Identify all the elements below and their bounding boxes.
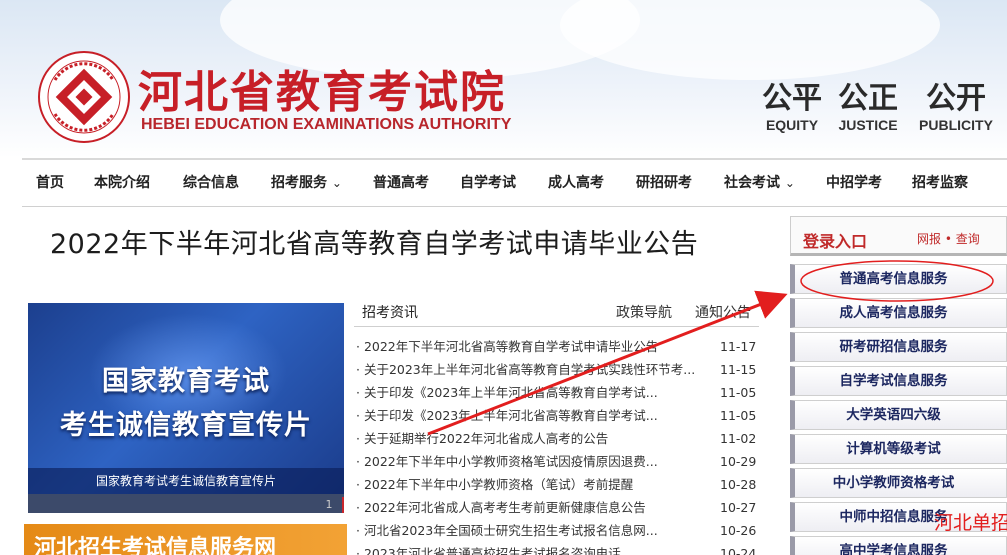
- header-cloud: [560, 0, 940, 80]
- banner-headline: 国家教育考试: [102, 366, 270, 397]
- nav-label: 本院介绍: [94, 175, 150, 191]
- login-entry-label: 登录入口: [803, 232, 868, 251]
- service-adult-exam[interactable]: 成人高考信息服务: [790, 298, 1007, 328]
- motto-justice: 公正 JUSTICE: [831, 82, 905, 134]
- chevron-down-icon: ⌄: [331, 176, 342, 190]
- news-date: 10-26: [720, 523, 757, 538]
- news-title: · 关于印发《2023年上半年河北省高等教育自学考试...: [356, 385, 658, 400]
- news-title: · 2022年下半年中小学教师资格笔试因疫情原因退费...: [356, 454, 658, 469]
- nav-about[interactable]: 本院介绍: [94, 160, 150, 206]
- nav-zhongkao[interactable]: 中招学考: [826, 160, 882, 206]
- news-item[interactable]: · 2022年下半年中小学教师资格（笔试）考前提醒 10-28: [356, 473, 761, 496]
- nav-graduate-exam[interactable]: 研招研考: [636, 160, 692, 206]
- nav-label: 招考监察: [912, 175, 968, 191]
- site-header: 河北省教育考试院 HEBEI EDUCATION EXAMINATIONS AU…: [0, 0, 1007, 158]
- nav-label: 中招学考: [826, 175, 882, 191]
- banner-caption[interactable]: 国家教育考试考生诚信教育宣传片: [28, 468, 344, 494]
- service-high-school-exam[interactable]: 高中学考信息服务: [790, 536, 1007, 555]
- news-item[interactable]: · 2023年河北省普通高校招生考试报名咨询电话 10-24: [356, 542, 761, 555]
- banner-subheadline: 考生诚信教育宣传片: [60, 410, 312, 441]
- nav-label: 成人高考: [548, 175, 604, 191]
- site-title-cn: 河北省教育考试院: [138, 67, 506, 118]
- news-title: · 2023年河北省普通高校招生考试报名咨询电话: [356, 546, 621, 555]
- news-date: 10-24: [720, 546, 757, 555]
- motto-en: EQUITY: [765, 117, 819, 133]
- tab-notices[interactable]: 通知公告: [695, 302, 751, 322]
- service-graduate-exam[interactable]: 研考研招信息服务: [790, 332, 1007, 362]
- tab-admission-news[interactable]: 招考资讯: [362, 302, 418, 322]
- info-service-banner-text: 河北招生考试信息服务网: [34, 536, 277, 555]
- news-tabs: 招考资讯 政策导航 通知公告: [354, 296, 759, 326]
- news-title: · 关于印发《2023年上半年河北省高等教育自学考试...: [356, 408, 658, 423]
- login-entry[interactable]: 登录入口 网报 • 查询: [790, 216, 1007, 256]
- news-item[interactable]: · 河北省2023年全国硕士研究生招生考试报名信息网... 10-26: [356, 519, 761, 542]
- news-title: · 河北省2023年全国硕士研究生招生考试报名信息网...: [356, 523, 658, 538]
- nav-supervision[interactable]: 招考监察: [912, 160, 968, 206]
- news-date: 10-27: [720, 500, 757, 515]
- news-title: · 2022年下半年中小学教师资格（笔试）考前提醒: [356, 477, 634, 492]
- nav-label: 综合信息: [183, 175, 239, 191]
- main-nav: 首页 本院介绍 综合信息 招考服务 ⌄ 普通高考 自学考试 成人高考 研招研考 …: [22, 160, 1007, 206]
- motto-equity: 公平 EQUITY: [755, 82, 829, 134]
- news-date: 11-02: [720, 431, 757, 446]
- service-cet[interactable]: 大学英语四六级: [790, 400, 1007, 430]
- news-title: · 2022年河北省成人高考考生考前更新健康信息公告: [356, 500, 646, 515]
- news-title: · 关于延期举行2022年河北省成人高考的公告: [356, 431, 609, 446]
- page-title: 2022年下半年河北省高等教育自学考试申请毕业公告: [50, 229, 699, 260]
- motto-cn: 公平: [762, 81, 822, 116]
- nav-label: 普通高考: [373, 175, 429, 191]
- news-item[interactable]: · 关于2023年上半年河北省高等教育自学考试实践性环节考... 11-15: [356, 358, 761, 381]
- news-list: · 2022年下半年河北省高等教育自学考试申请毕业公告 11-17 · 关于202…: [356, 335, 761, 555]
- news-item[interactable]: · 2022年河北省成人高考考生考前更新健康信息公告 10-27: [356, 496, 761, 519]
- news-date: 10-29: [720, 454, 757, 469]
- news-item[interactable]: · 关于印发《2023年上半年河北省高等教育自学考试... 11-05: [356, 404, 761, 427]
- motto-publicity: 公开 PUBLICITY: [915, 82, 997, 134]
- nav-home[interactable]: 首页: [36, 160, 64, 206]
- news-date: 10-28: [720, 477, 757, 492]
- nav-social-exams[interactable]: 社会考试 ⌄: [724, 160, 795, 206]
- login-entry-links[interactable]: 网报 • 查询: [917, 230, 980, 247]
- nav-label: 招考服务: [271, 175, 327, 191]
- nav-label: 研招研考: [636, 175, 692, 191]
- nav-label: 首页: [36, 175, 64, 191]
- watermark-text: 河北单招: [934, 512, 1007, 534]
- service-teacher-qualification[interactable]: 中小学教师资格考试: [790, 468, 1007, 498]
- nav-adult-exam[interactable]: 成人高考: [548, 160, 604, 206]
- news-date: 11-05: [720, 408, 757, 423]
- service-gaokao[interactable]: 普通高考信息服务: [790, 264, 1007, 294]
- motto-en: PUBLICITY: [919, 117, 993, 133]
- nav-divider-bottom: [22, 206, 1007, 207]
- news-item[interactable]: · 关于印发《2023年上半年河北省高等教育自学考试... 11-05: [356, 381, 761, 404]
- banner-page-2[interactable]: 2: [342, 497, 344, 513]
- service-computer-rank-exam[interactable]: 计算机等级考试: [790, 434, 1007, 464]
- nav-self-study-exam[interactable]: 自学考试: [460, 160, 516, 206]
- news-date: 11-05: [720, 385, 757, 400]
- news-divider: [354, 326, 759, 327]
- news-item[interactable]: · 2022年下半年中小学教师资格笔试因疫情原因退费... 10-29: [356, 450, 761, 473]
- motto-cn: 公正: [838, 81, 898, 116]
- motto-en: JUSTICE: [838, 117, 898, 133]
- chevron-down-icon: ⌄: [784, 176, 795, 190]
- banner-pager-bar: [28, 494, 344, 513]
- nav-gaokao[interactable]: 普通高考: [373, 160, 429, 206]
- authority-logo[interactable]: [37, 50, 131, 144]
- video-banner[interactable]: 国家教育考试 考生诚信教育宣传片 国家教育考试考生诚信教育宣传片 1 2: [28, 303, 344, 513]
- service-self-study-exam[interactable]: 自学考试信息服务: [790, 366, 1007, 396]
- motto-cn: 公开: [926, 81, 986, 116]
- tab-policy[interactable]: 政策导航: [616, 302, 672, 322]
- sidebar: 登录入口 网报 • 查询 普通高考信息服务 成人高考信息服务 研考研招信息服务 …: [790, 216, 1007, 555]
- nav-label: 社会考试: [724, 175, 780, 191]
- banner-page-1[interactable]: 1: [320, 497, 338, 513]
- news-item[interactable]: · 2022年下半年河北省高等教育自学考试申请毕业公告 11-17: [356, 335, 761, 358]
- nav-general-info[interactable]: 综合信息: [183, 160, 239, 206]
- news-title: · 2022年下半年河北省高等教育自学考试申请毕业公告: [356, 339, 659, 354]
- news-title: · 关于2023年上半年河北省高等教育自学考试实践性环节考...: [356, 362, 696, 377]
- news-date: 11-17: [720, 339, 757, 354]
- nav-admission-services[interactable]: 招考服务 ⌄: [271, 160, 342, 206]
- nav-label: 自学考试: [460, 175, 516, 191]
- news-date: 11-15: [720, 362, 757, 377]
- info-service-banner[interactable]: 河北招生考试信息服务网: [24, 524, 347, 555]
- news-item[interactable]: · 关于延期举行2022年河北省成人高考的公告 11-02: [356, 427, 761, 450]
- site-title-en: HEBEI EDUCATION EXAMINATIONS AUTHORITY: [141, 116, 512, 133]
